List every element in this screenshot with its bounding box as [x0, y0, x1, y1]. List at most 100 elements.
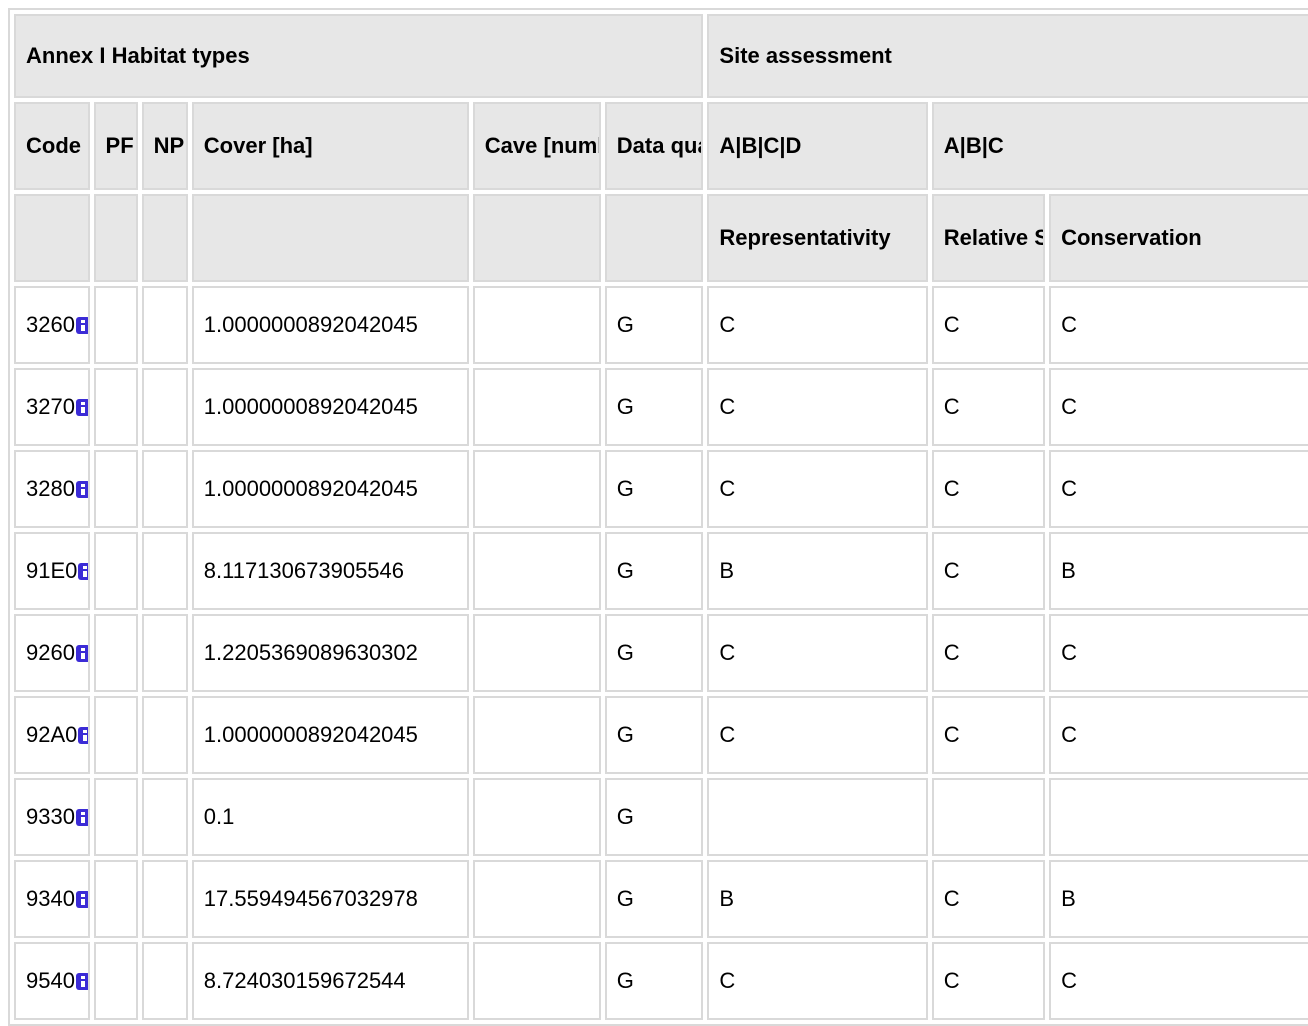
habitat-types-group-header: Annex I Habitat types — [14, 14, 704, 98]
np-cell — [141, 942, 188, 1020]
cover-cell: 1.0000000892042045 — [191, 286, 469, 364]
col-pf-header: PF — [93, 102, 138, 190]
habitat-code-cell: 9340 — [14, 860, 90, 938]
pf-cell — [93, 614, 138, 692]
cave-cell — [472, 614, 601, 692]
table-row: 91E0 8.117130673905546 G B C B — [14, 532, 1308, 610]
pf-cell — [93, 368, 138, 446]
col-abc-header: A|B|C — [931, 102, 1308, 190]
table-row: 3280 1.0000000892042045 G C C C — [14, 450, 1308, 528]
conservation-cell: C — [1049, 696, 1308, 774]
relative-surface-cell — [931, 778, 1046, 856]
representativity-cell: B — [707, 532, 928, 610]
habitat-code-cell: 92A0 — [14, 696, 90, 774]
info-icon[interactable] — [78, 727, 88, 744]
habitat-code-cell: 3280 — [14, 450, 90, 528]
habitat-code: 3280 — [26, 476, 75, 501]
representativity-cell: B — [707, 860, 928, 938]
relative-surface-cell: C — [931, 450, 1046, 528]
subheader-relative-surface: Relative Surface — [931, 194, 1046, 282]
data-quality-cell: G — [604, 614, 704, 692]
info-icon[interactable] — [78, 563, 88, 580]
subheader-empty-code — [14, 194, 90, 282]
data-quality-cell: G — [604, 860, 704, 938]
info-icon[interactable] — [75, 399, 88, 416]
habitat-code: 3270 — [26, 394, 75, 419]
cave-cell — [472, 860, 601, 938]
subheader-empty-quality — [604, 194, 704, 282]
np-cell — [141, 450, 188, 528]
habitat-code: 9340 — [26, 886, 75, 911]
relative-surface-cell: C — [931, 532, 1046, 610]
conservation-cell — [1049, 778, 1308, 856]
subheader-conservation: Conservation — [1049, 194, 1308, 282]
cover-cell: 1.0000000892042045 — [191, 696, 469, 774]
info-icon[interactable] — [75, 317, 88, 334]
col-data-quality-header: Data quality — [604, 102, 704, 190]
info-icon[interactable] — [75, 973, 88, 990]
pf-cell — [93, 860, 138, 938]
relative-surface-cell: C — [931, 368, 1046, 446]
representativity-cell: C — [707, 286, 928, 364]
habitat-code: 9260 — [26, 640, 75, 665]
pf-cell — [93, 942, 138, 1020]
cover-cell: 17.559494567032978 — [191, 860, 469, 938]
np-cell — [141, 778, 188, 856]
cover-cell: 8.724030159672544 — [191, 942, 469, 1020]
relative-surface-cell: C — [931, 942, 1046, 1020]
table-row: 9540 8.724030159672544 G C C C — [14, 942, 1308, 1020]
col-code-header: Code — [14, 102, 90, 190]
habitat-table-container: Annex I Habitat types Site assessment Co… — [8, 8, 1308, 1026]
np-cell — [141, 860, 188, 938]
relative-surface-cell: C — [931, 614, 1046, 692]
conservation-cell: C — [1049, 614, 1308, 692]
data-quality-cell: G — [604, 368, 704, 446]
table-row: 9330 0.1 G — [14, 778, 1308, 856]
data-quality-cell: G — [604, 450, 704, 528]
conservation-cell: B — [1049, 860, 1308, 938]
conservation-cell: C — [1049, 450, 1308, 528]
subheader-empty-pf — [93, 194, 138, 282]
habitat-code: 3260 — [26, 312, 75, 337]
habitat-code-cell: 9260 — [14, 614, 90, 692]
data-quality-cell: G — [604, 286, 704, 364]
subheader-representativity: Representativity — [707, 194, 928, 282]
info-icon[interactable] — [75, 891, 88, 908]
relative-surface-cell: C — [931, 696, 1046, 774]
representativity-cell — [707, 778, 928, 856]
cover-cell: 8.117130673905546 — [191, 532, 469, 610]
cave-cell — [472, 696, 601, 774]
cave-cell — [472, 450, 601, 528]
habitat-code: 9330 — [26, 804, 75, 829]
habitat-code: 91E0 — [26, 558, 78, 583]
np-cell — [141, 368, 188, 446]
data-quality-cell: G — [604, 696, 704, 774]
cave-cell — [472, 778, 601, 856]
habitat-rows: 3260 1.0000000892042045 G C C C 3270 1.00000008… — [14, 286, 1308, 1020]
habitat-code-cell: 9540 — [14, 942, 90, 1020]
info-icon[interactable] — [75, 809, 88, 826]
relative-surface-cell: C — [931, 860, 1046, 938]
info-icon[interactable] — [75, 481, 88, 498]
table-row: 9340 17.559494567032978 G B C B — [14, 860, 1308, 938]
habitat-code-cell: 3260 — [14, 286, 90, 364]
conservation-cell: C — [1049, 942, 1308, 1020]
cave-cell — [472, 286, 601, 364]
relative-surface-cell: C — [931, 286, 1046, 364]
cave-cell — [472, 368, 601, 446]
info-icon[interactable] — [75, 645, 88, 662]
table-row: 92A0 1.0000000892042045 G C C C — [14, 696, 1308, 774]
cave-cell — [472, 532, 601, 610]
data-quality-cell: G — [604, 532, 704, 610]
np-cell — [141, 696, 188, 774]
conservation-cell: B — [1049, 532, 1308, 610]
subheader-empty-cover — [191, 194, 469, 282]
table-row: 9260 1.2205369089630302 G C C C — [14, 614, 1308, 692]
np-cell — [141, 286, 188, 364]
pf-cell — [93, 532, 138, 610]
representativity-cell: C — [707, 368, 928, 446]
subheader-empty-cave — [472, 194, 601, 282]
representativity-cell: C — [707, 696, 928, 774]
cover-cell: 1.0000000892042045 — [191, 450, 469, 528]
representativity-cell: C — [707, 450, 928, 528]
